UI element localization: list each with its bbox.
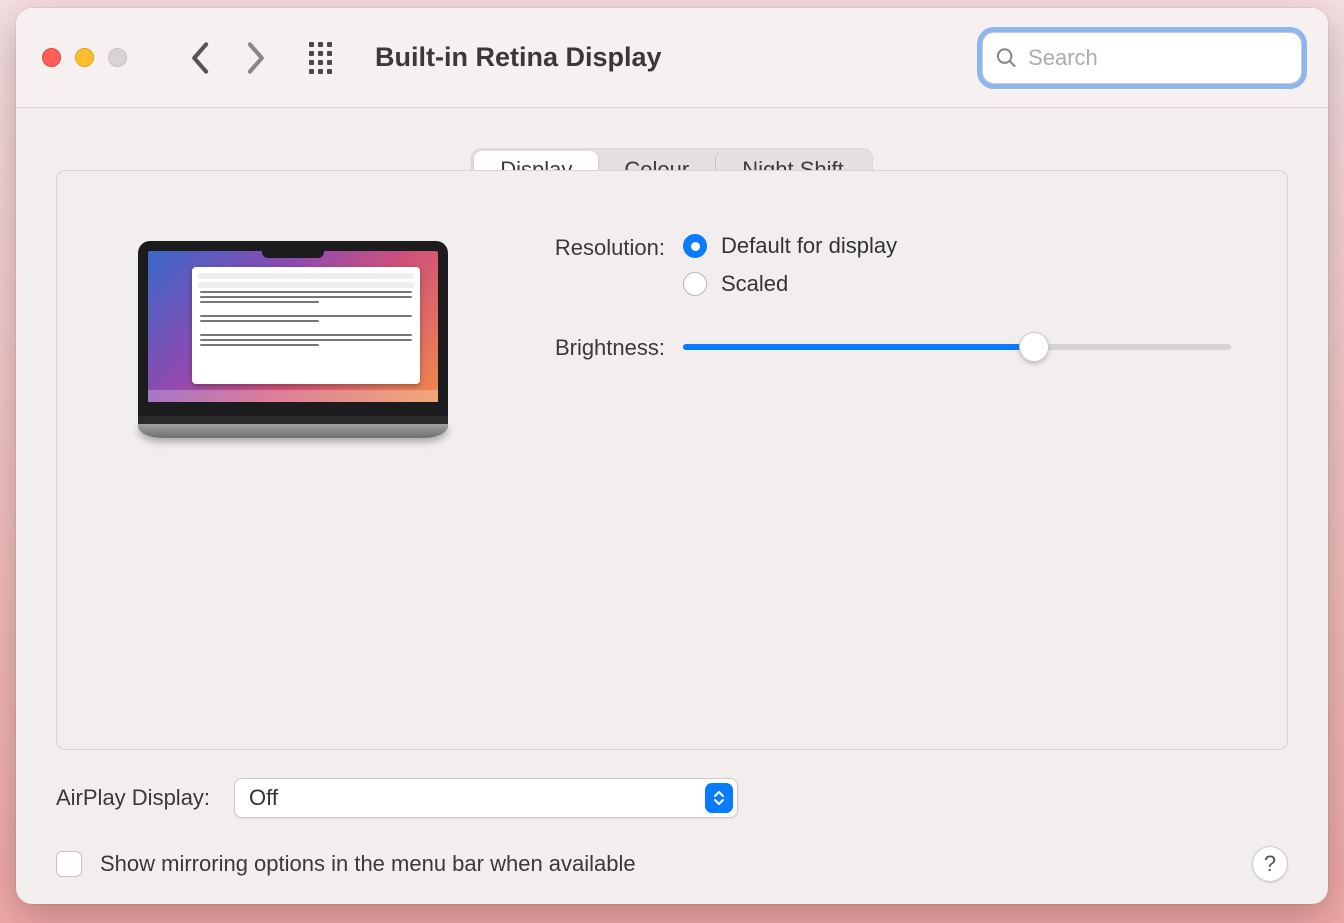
window-title: Built-in Retina Display (375, 42, 662, 73)
resolution-default-label: Default for display (721, 233, 897, 259)
back-button[interactable] (183, 40, 219, 76)
resolution-scaled-radio[interactable]: Scaled (683, 271, 1231, 297)
zoom-window-button (108, 48, 127, 67)
titlebar: Built-in Retina Display (16, 8, 1328, 108)
help-icon: ? (1264, 851, 1276, 877)
resolution-scaled-label: Scaled (721, 271, 788, 297)
close-window-button[interactable] (42, 48, 61, 67)
minimize-window-button[interactable] (75, 48, 94, 67)
radio-unchecked-icon (683, 272, 707, 296)
settings-column: Resolution: Default for display Scaled B (533, 229, 1231, 719)
forward-button (237, 40, 273, 76)
slider-thumb[interactable] (1019, 332, 1049, 362)
display-panel: Resolution: Default for display Scaled B (56, 170, 1288, 750)
airplay-label: AirPlay Display: (56, 785, 210, 811)
window-controls (42, 48, 127, 67)
brightness-label: Brightness: (533, 333, 683, 361)
search-icon (995, 45, 1018, 71)
radio-checked-icon (683, 234, 707, 258)
checkbox-unchecked-icon (56, 851, 82, 877)
show-all-button[interactable] (305, 43, 335, 73)
select-chevron-icon (705, 783, 733, 813)
mirroring-label: Show mirroring options in the menu bar w… (100, 851, 636, 877)
preferences-window: Built-in Retina Display Display Colour N… (16, 8, 1328, 904)
airplay-value: Off (249, 785, 705, 811)
mirroring-checkbox-row[interactable]: Show mirroring options in the menu bar w… (56, 851, 636, 877)
airplay-select[interactable]: Off (234, 778, 738, 818)
help-button[interactable]: ? (1252, 846, 1288, 882)
display-preview (113, 229, 473, 719)
search-input[interactable] (1028, 45, 1289, 71)
slider-fill (683, 344, 1034, 350)
search-field[interactable] (982, 32, 1302, 84)
laptop-illustration (138, 241, 448, 438)
content-area: Display Colour Night Shift (16, 108, 1328, 904)
resolution-label: Resolution: (533, 233, 683, 261)
brightness-slider[interactable] (683, 333, 1231, 361)
footer: AirPlay Display: Off Show mirroring opti… (56, 778, 1288, 882)
resolution-default-radio[interactable]: Default for display (683, 233, 1231, 259)
